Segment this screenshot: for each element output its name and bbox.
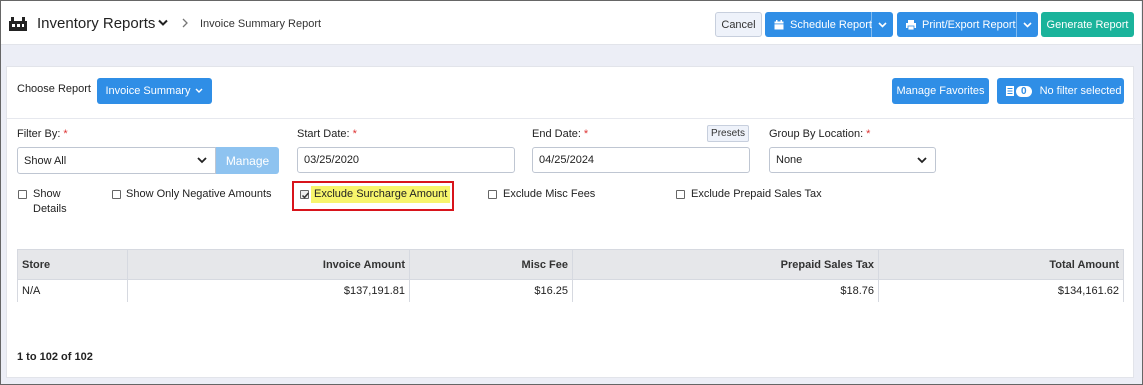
generate-report-button[interactable]: Generate Report — [1041, 12, 1134, 37]
factory-icon — [9, 17, 27, 31]
chevron-down-icon — [878, 21, 887, 28]
show-details-label: Show Details — [33, 187, 67, 217]
required-mark: * — [866, 128, 871, 140]
choose-report-label: Choose Report — [17, 83, 91, 95]
end-date-text: End Date: — [532, 128, 581, 140]
schedule-dropdown-toggle[interactable] — [871, 12, 893, 37]
schedule-report-label: Schedule Report — [790, 18, 872, 31]
report-panel — [6, 66, 1134, 378]
cell-prepaid-sales-tax: $18.76 — [840, 285, 874, 297]
chevron-down-icon — [917, 157, 927, 164]
filter-status-label: No filter selected — [1039, 85, 1122, 97]
exclude-misc-label: Exclude Misc Fees — [503, 188, 596, 200]
table-row: N/A $137,191.81 $16.25 $18.76 $134,161.6… — [18, 279, 1123, 302]
filter-status-button[interactable]: 0 No filter selected — [997, 78, 1124, 104]
column-header-invoice-amount[interactable]: Invoice Amount — [128, 250, 409, 279]
cell-misc-fee: $16.25 — [534, 285, 568, 297]
show-details-line2: Details — [33, 203, 67, 215]
exclude-misc-checkbox[interactable] — [488, 190, 497, 199]
end-date-input[interactable]: 04/25/2024 — [532, 147, 750, 173]
chevron-right-icon — [182, 18, 188, 28]
chevron-down-icon — [195, 88, 203, 93]
show-negative-checkbox[interactable] — [112, 190, 121, 199]
breadcrumb: Invoice Summary Report — [200, 18, 322, 30]
show-details-line1: Show — [33, 188, 61, 200]
print-export-button[interactable]: Print/Export Report — [897, 12, 1038, 37]
filter-by-text: Filter By: — [17, 128, 61, 140]
cancel-button[interactable]: Cancel — [715, 12, 762, 37]
column-header-store[interactable]: Store — [18, 250, 127, 279]
exclude-prepaid-label: Exclude Prepaid Sales Tax — [691, 188, 822, 200]
manage-favorites-button[interactable]: Manage Favorites — [892, 78, 989, 104]
column-header-total-amount[interactable]: Total Amount — [879, 250, 1123, 279]
summary-table: Store Invoice Amount Misc Fee Prepaid Sa… — [17, 249, 1124, 302]
filter-count-badge: 0 — [1016, 85, 1032, 97]
show-negative-label: Show Only Negative Amounts — [126, 188, 272, 200]
required-mark: * — [352, 128, 357, 140]
filter-by-label: Filter By: * — [17, 128, 68, 140]
group-by-value: None — [776, 154, 803, 166]
document-icon — [1006, 86, 1014, 96]
report-select-label: Invoice Summary — [105, 85, 191, 97]
calendar-icon — [774, 19, 784, 29]
column-header-prepaid-sales-tax[interactable]: Prepaid Sales Tax — [573, 250, 878, 279]
filter-by-value: Show All — [24, 154, 67, 167]
start-date-label: Start Date: * — [297, 128, 357, 140]
end-date-label: End Date: * — [532, 128, 588, 140]
print-export-label: Print/Export Report — [922, 18, 1016, 31]
chevron-down-icon — [197, 157, 207, 164]
group-by-label: Group By Location: * — [769, 128, 870, 140]
cell-invoice-amount: $137,191.81 — [343, 285, 405, 297]
exclude-surcharge-checkbox[interactable] — [300, 190, 310, 199]
required-mark: * — [583, 128, 589, 140]
checkmark-icon — [301, 192, 310, 199]
chevron-down-icon[interactable] — [158, 19, 168, 27]
exclude-surcharge-label: Exclude Surcharge Amount — [311, 186, 451, 203]
print-dropdown-toggle[interactable] — [1016, 12, 1038, 37]
chevron-down-icon — [1023, 21, 1032, 28]
pagination-summary: 1 to 102 of 102 — [17, 351, 93, 363]
cell-total-amount: $134,161.62 — [1057, 285, 1119, 297]
schedule-report-button[interactable]: Schedule Report — [765, 12, 893, 37]
show-details-checkbox[interactable] — [18, 190, 27, 199]
panel-divider — [7, 118, 1135, 119]
manage-button[interactable]: Manage — [216, 147, 279, 174]
required-mark: * — [63, 128, 68, 140]
start-date-text: Start Date: — [297, 128, 350, 140]
group-by-text: Group By Location: — [769, 128, 864, 140]
report-select-button[interactable]: Invoice Summary — [97, 78, 212, 104]
exclude-prepaid-checkbox[interactable] — [676, 190, 685, 199]
filter-by-select[interactable]: Show All — [17, 147, 216, 174]
group-by-select[interactable]: None — [769, 147, 936, 173]
table-header: Store Invoice Amount Misc Fee Prepaid Sa… — [18, 250, 1123, 279]
printer-icon — [906, 19, 916, 30]
presets-button[interactable]: Presets — [707, 125, 749, 142]
app-title: Inventory Reports — [37, 15, 156, 32]
cell-store: N/A — [22, 285, 41, 297]
start-date-input[interactable]: 03/25/2020 — [297, 147, 515, 173]
column-header-misc-fee[interactable]: Misc Fee — [410, 250, 572, 279]
top-header: Inventory Reports Invoice Summary Report… — [1, 1, 1141, 45]
